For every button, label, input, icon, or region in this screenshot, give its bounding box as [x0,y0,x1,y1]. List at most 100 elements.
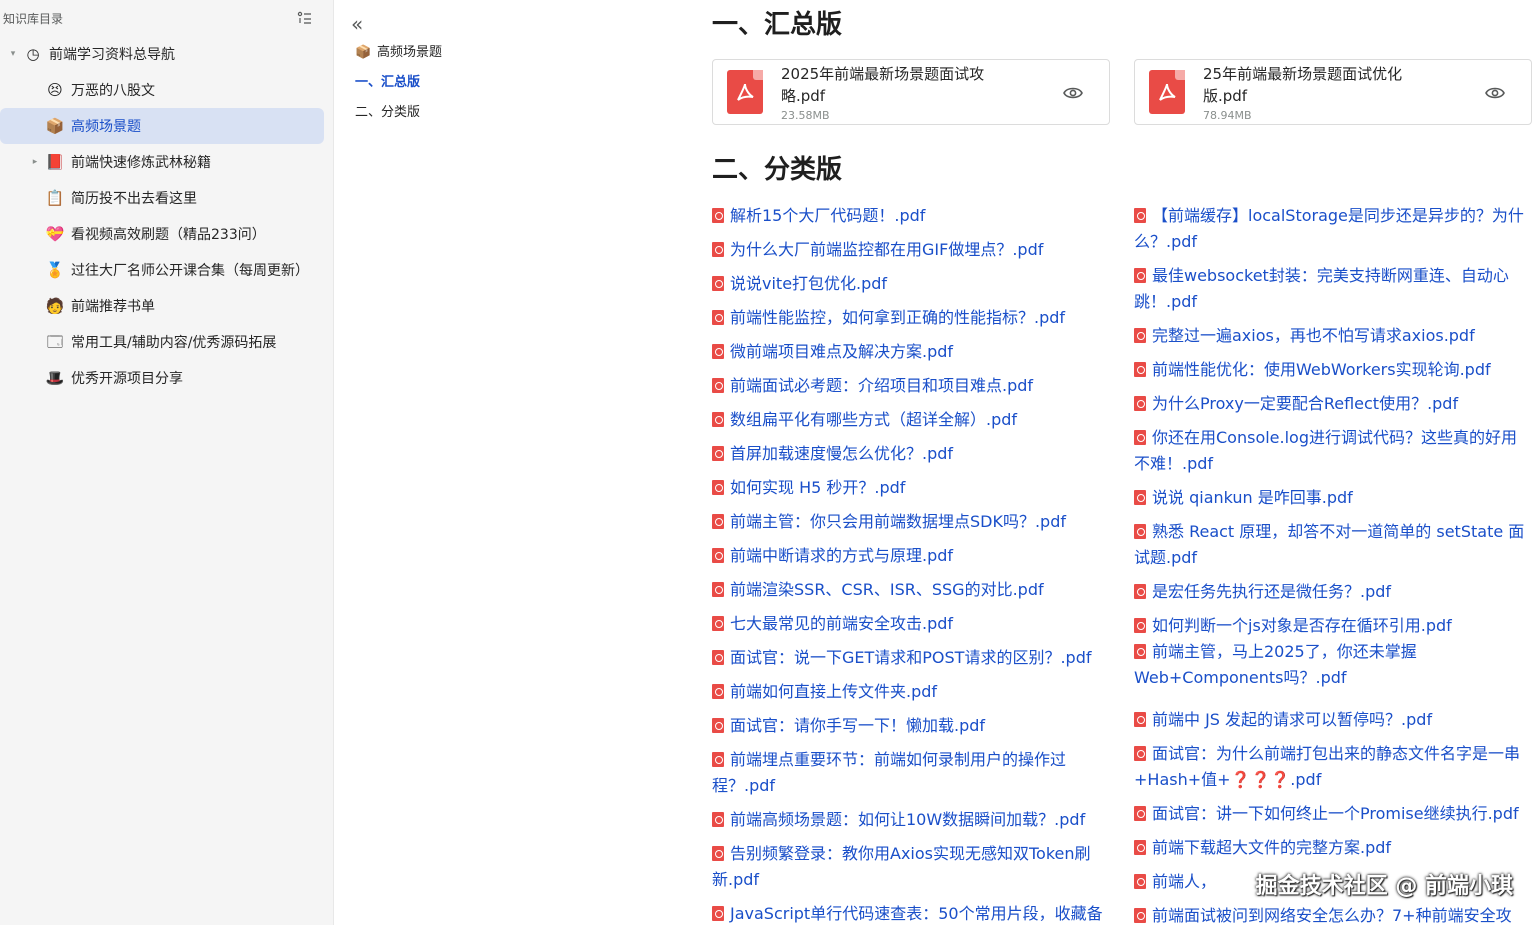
pdf-file-link[interactable]: 说说 qiankun 是咋回事.pdf [1134,485,1529,511]
pdf-file-icon [712,718,724,733]
cube-icon: 📦 [355,45,372,60]
sidebar-item[interactable]: ▸ 📕 前端快速修炼武林秘籍 [0,144,324,180]
sidebar-item[interactable]: 🗔 常用工具/辅助内容/优秀源码拓展 [0,324,324,360]
pdf-file-name: 解析15个大厂代码题！.pdf [730,206,926,225]
pdf-file-icon [712,378,724,393]
pdf-file-link[interactable]: 最佳websocket封装：完美支持断网重连、自动心跳！.pdf [1134,263,1529,315]
pdf-file-link[interactable]: 为什么大厂前端监控都在用GIF做埋点？.pdf [712,237,1107,263]
pdf-file-link[interactable]: 告别频繁登录：教你用Axios实现无感知双Token刷新.pdf [712,841,1107,893]
book-icon: 📕 [45,153,65,171]
pdf-file-link[interactable]: 你还在用Console.log进行调试代码？这些真的好用不难！.pdf [1134,425,1529,477]
pdf-file-link[interactable]: 面试官：为什么前端打包出来的静态文件名字是一串+Hash+值+❓❓❓.pdf [1134,741,1529,793]
sidebar-item[interactable]: 💝 看视频高效刷题（精品233问） [0,216,324,252]
pdf-file-link[interactable]: 前端渲染SSR、CSR、ISR、SSG的对比.pdf [712,577,1107,603]
pdf-file-name: 微前端项目难点及解决方案.pdf [730,342,954,361]
sidebar-item[interactable]: 📋 简历投不出去看这里 [0,180,324,216]
pdf-file-link[interactable]: 面试官：讲一下如何终止一个Promise继续执行.pdf [1134,801,1529,827]
pdf-file-link[interactable]: 前端中 JS 发起的请求可以暂停吗？.pdf [1134,707,1529,733]
pdf-file-link[interactable]: 面试官：说一下GET请求和POST请求的区别？.pdf [712,645,1107,671]
outline-item-category[interactable]: 二、分类版 [355,102,420,124]
pdf-file-icon [712,582,724,597]
clipboard-icon: 📋 [45,189,65,207]
pdf-file-link[interactable]: 完整过一遍axios，再也不怕写请求axios.pdf [1134,323,1529,349]
caret-right-icon[interactable]: ▸ [30,157,40,167]
pdf-file-link[interactable]: 微前端项目难点及解决方案.pdf [712,339,1107,365]
pdf-file-name: 为什么大厂前端监控都在用GIF做埋点？.pdf [730,240,1044,259]
pdf-file-link[interactable]: 如何实现 H5 秒开？.pdf [712,475,1107,501]
sidebar-item[interactable]: 🎩 优秀开源项目分享 [0,360,324,396]
preview-eye-icon[interactable] [1063,83,1083,103]
pdf-file-link[interactable]: 前端下载超大文件的完整方案.pdf [1134,835,1529,861]
pdf-file-name: 熟悉 React 原理，却答不对一道简单的 setState 面试题.pdf [1134,522,1525,567]
pdf-file-link[interactable]: JavaScript单行代码速查表：50个常用片段，收藏备 [712,901,1107,927]
outline-title[interactable]: 📦 高频场景题 [355,42,442,64]
pdf-file-link[interactable]: 前端面试必考题：介绍项目和项目难点.pdf [712,373,1107,399]
pdf-file-link[interactable]: 说说vite打包优化.pdf [712,271,1107,297]
pdf-file-link[interactable]: 前端高频场景题：如何让10W数据瞬间加载？.pdf [712,807,1107,833]
file-size: 78.94MB [1203,109,1252,122]
pdf-file-link[interactable]: 熟悉 React 原理，却答不对一道简单的 setState 面试题.pdf [1134,519,1529,571]
pdf-file-link[interactable]: 七大最常见的前端安全攻击.pdf [712,611,1107,637]
sidebar-item-label: 前端推荐书单 [71,299,155,315]
pdf-icon [1149,70,1185,114]
pdf-file-name: 面试官：为什么前端打包出来的静态文件名字是一串+Hash+值+❓❓❓.pdf [1134,744,1521,789]
pdf-file-link[interactable]: 面试官：请你手写一下！懒加载.pdf [712,713,1107,739]
pdf-file-icon [1134,712,1146,727]
pdf-file-link[interactable]: 首屏加载速度慢怎么优化？.pdf [712,441,1107,467]
top-hat-icon: 🎩 [45,369,65,387]
sidebar-item-label: 前端学习资料总导航 [49,47,175,63]
sidebar-item[interactable]: ▾ ◷ 前端学习资料总导航 [0,36,324,72]
sidebar-item[interactable]: 😣 万恶的八股文 [0,72,324,108]
pdf-file-name: 面试官：说一下GET请求和POST请求的区别？.pdf [730,648,1092,667]
pdf-file-link[interactable]: 为什么Proxy一定要配合Reflect使用？.pdf [1134,391,1529,417]
sidebar-title: 知识库目录 [3,11,64,26]
pdf-file-link[interactable]: 前端性能优化：使用WebWorkers实现轮询.pdf [1134,357,1529,383]
pdf-file-link[interactable]: 前端主管，马上2025了，你还未掌握Web+Components吗？.pdf [1134,639,1529,691]
pdf-file-icon [1134,874,1146,889]
pdf-file-icon [1134,430,1146,445]
outline-toggle-icon[interactable] [297,10,313,26]
outline-item-summary[interactable]: 一、汇总版 [355,72,420,94]
pdf-file-name: 完整过一遍axios，再也不怕写请求axios.pdf [1152,326,1475,345]
sidebar-header: 知识库目录 [3,8,323,28]
window-icon: 🗔 [46,333,64,351]
caret-down-icon[interactable]: ▾ [8,49,18,59]
pdf-file-link[interactable]: 如何判断一个js对象是否存在循环引用.pdf [1134,613,1529,639]
pdf-file-link[interactable]: 前端中断请求的方式与原理.pdf [712,543,1107,569]
pdf-file-icon [712,846,724,861]
sidebar-item[interactable]: 🧑 前端推荐书单 [0,288,324,324]
sidebar-item[interactable]: 📦 高频场景题 [0,108,324,144]
pdf-file-name: 首屏加载速度慢怎么优化？.pdf [730,444,954,463]
pdf-file-link[interactable]: 前端面试被问到网络安全怎么办？7+种前端安全攻 [1134,903,1529,929]
pdf-file-link[interactable]: 前端如何直接上传文件夹.pdf [712,679,1107,705]
pdf-file-name: 前端如何直接上传文件夹.pdf [730,682,938,701]
sidebar-item[interactable]: 🏅 过往大厂名师公开课合集（每周更新） [0,252,324,288]
pdf-file-name: 前端性能优化：使用WebWorkers实现轮询.pdf [1152,360,1491,379]
collapse-double-chevron-icon[interactable]: « [351,14,363,34]
pdf-file-name: 说说 qiankun 是咋回事.pdf [1152,488,1353,507]
preview-eye-icon[interactable] [1485,83,1505,103]
medal-icon: 🏅 [45,261,65,279]
pdf-file-link[interactable]: 数组扁平化有哪些方式（超详全解）.pdf [712,407,1107,433]
pdf-file-name: 面试官：讲一下如何终止一个Promise继续执行.pdf [1152,804,1519,823]
pdf-file-name: 如何判断一个js对象是否存在循环引用.pdf [1152,616,1452,635]
pdf-file-icon [1134,268,1146,283]
pdf-file-link[interactable]: 前端埋点重要环节：前端如何录制用户的操作过程？.pdf [712,747,1107,799]
pdf-attachment-card[interactable]: 25年前端最新场景题面试优化版.pdf 78.94MB [1134,59,1532,125]
pdf-file-link[interactable]: 前端性能监控，如何拿到正确的性能指标？.pdf [712,305,1107,331]
pdf-file-link[interactable]: 【前端缓存】localStorage是同步还是异步的？为什么？.pdf [1134,203,1529,255]
pdf-file-icon [1134,746,1146,761]
pdf-file-link[interactable]: 解析15个大厂代码题！.pdf [712,203,1107,229]
pdf-file-icon [712,480,724,495]
pdf-file-name: 最佳websocket封装：完美支持断网重连、自动心跳！.pdf [1134,266,1509,311]
pdf-file-icon [1134,396,1146,411]
pdf-file-name: 前端人， [1152,872,1217,891]
pdf-file-link[interactable]: 是宏任务先执行还是微任务？.pdf [1134,579,1529,605]
pdf-file-link[interactable]: 前端主管：你只会用前端数据埋点SDK吗？.pdf [712,509,1107,535]
sidebar-item-label: 简历投不出去看这里 [71,191,197,207]
pdf-attachment-card[interactable]: 2025年前端最新场景题面试攻略.pdf 23.58MB [712,59,1110,125]
doc-tree: ▾ ◷ 前端学习资料总导航 😣 万恶的八股文 📦 高频场景题 ▸ 📕 前端快速修炼武林秘籍 📋 简历投… [0,36,334,396]
section-heading-category: 二、分类版 [712,155,843,185]
pdf-file-icon [1134,524,1146,539]
pdf-file-name: 如何实现 H5 秒开？.pdf [730,478,906,497]
